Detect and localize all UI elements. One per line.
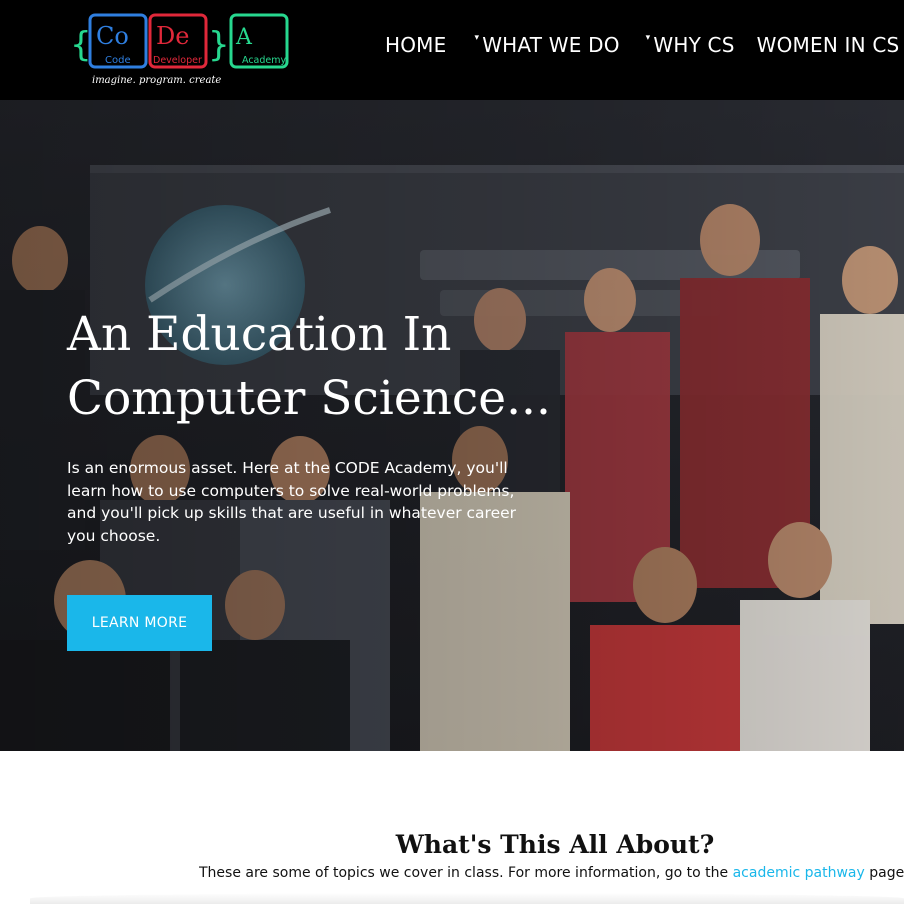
nav-why-cs[interactable]: ▾ WHY CS [646, 33, 735, 57]
logo-left-brace: { [70, 25, 92, 65]
nav-what-we-do-label: WHAT WE DO [482, 33, 620, 57]
site-header: { Co Code De Developer } A Academy imagi… [0, 0, 904, 100]
main-nav: HOME ▾ WHAT WE DO ▾ WHY CS WOMEN IN CS [385, 28, 899, 62]
hero-title: An Education In Computer Science... [67, 307, 551, 426]
dropdown-caret-icon: ▾ [474, 33, 480, 43]
section-intro-text-end: page. [869, 865, 904, 881]
academic-pathway-link[interactable]: academic pathway [733, 865, 865, 881]
section-intro: These are some of topics we cover in cla… [199, 865, 904, 881]
learn-more-button[interactable]: LEARN MORE [67, 595, 212, 651]
logo-tile-de-symbol: De [156, 22, 189, 50]
code-academy-logo[interactable]: { Co Code De Developer } A Academy imagi… [70, 12, 290, 88]
section-title: What's This All About? [395, 830, 715, 859]
nav-why-cs-label: WHY CS [653, 33, 735, 57]
logo-tile-de-name: Developer [153, 55, 202, 66]
nav-home[interactable]: HOME [385, 33, 446, 57]
logo-tile-co-symbol: Co [96, 22, 129, 50]
logo-tagline: imagine. program. create [92, 75, 221, 86]
dropdown-caret-icon: ▾ [645, 33, 651, 43]
logo-tile-co-name: Code [105, 55, 131, 66]
hero-description: Is an enormous asset. Here at the CODE A… [67, 459, 517, 545]
card-shadow [30, 893, 904, 904]
nav-what-we-do[interactable]: ▾ WHAT WE DO [474, 33, 619, 57]
logo-right-brace: } [208, 25, 230, 65]
hero-banner: An Education In Computer Science... Is a… [0, 100, 904, 751]
nav-women-in-cs[interactable]: WOMEN IN CS [757, 33, 900, 57]
nav-women-in-cs-label: WOMEN IN CS [756, 33, 900, 57]
section-intro-text: These are some of topics we cover in cla… [199, 865, 729, 881]
logo-graphic: { Co Code De Developer } A Academy imagi… [70, 13, 289, 86]
logo-tile-a-symbol: A [235, 25, 253, 50]
logo-tile-a-name: Academy [242, 55, 287, 66]
nav-home-label: HOME [385, 33, 447, 57]
